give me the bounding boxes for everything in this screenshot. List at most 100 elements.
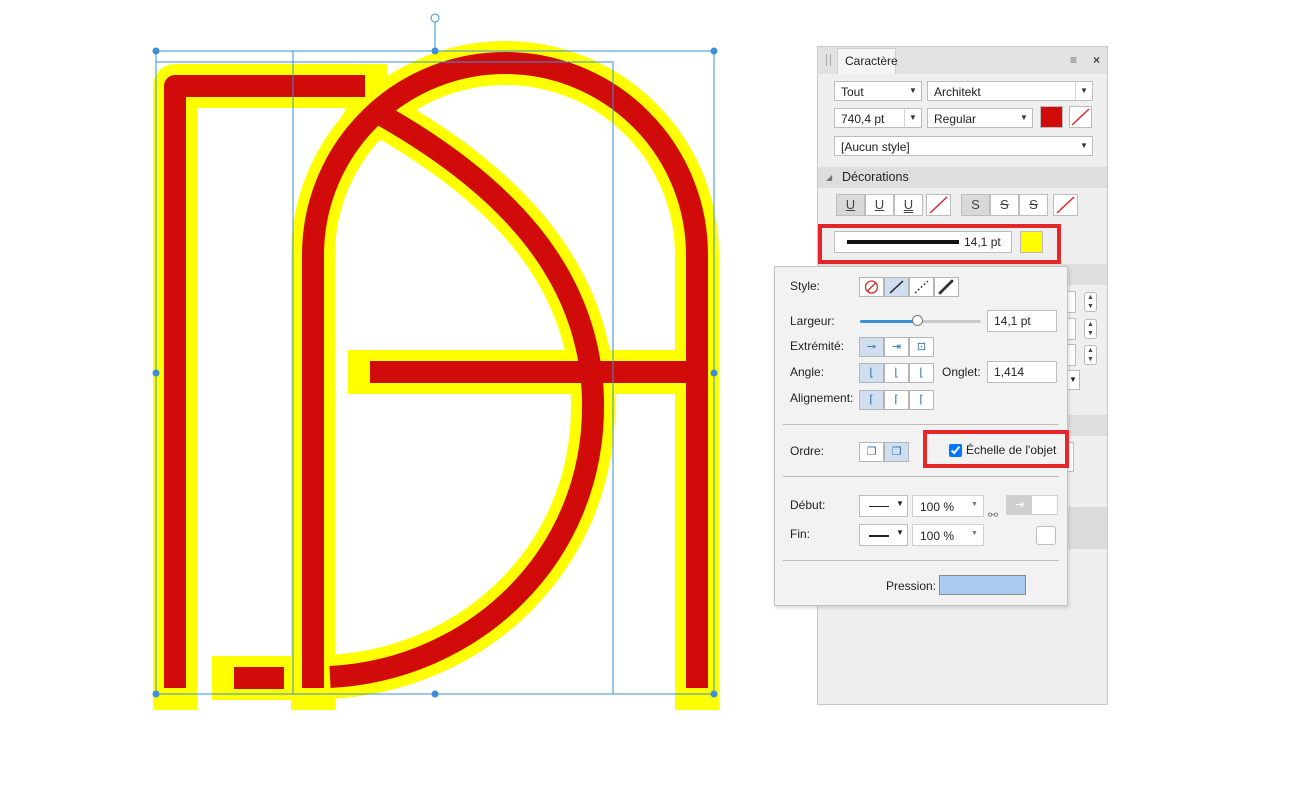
no-stroke-icon [864, 280, 879, 294]
chevron-down-icon: ▼ [904, 109, 921, 127]
link-icon[interactable]: ⚯ [988, 508, 998, 522]
section-decorations[interactable]: ◢ Décorations [818, 167, 1107, 188]
arrow-inside-icon[interactable]: ⇥ [1007, 496, 1032, 514]
chevron-down-icon: ▼ [896, 499, 904, 508]
width-input[interactable]: 14,1 pt [987, 310, 1057, 332]
pressure-curve-button[interactable] [939, 575, 1026, 595]
miter-label: Onglet: [942, 365, 981, 379]
text-color-swatch[interactable] [1040, 106, 1063, 128]
text-background-none-swatch[interactable] [1069, 106, 1092, 128]
underline-button[interactable]: U [865, 194, 894, 216]
line-preview-icon [869, 506, 889, 507]
end-percent-value: 100 % [920, 529, 955, 543]
order-behind-button[interactable]: ❐ [859, 442, 884, 462]
strike-icon: S [1000, 197, 1009, 212]
hidden-dropdown[interactable]: ▼ [1066, 370, 1080, 390]
miter-input[interactable]: 1,414 [987, 361, 1057, 383]
highlight-stroke-row [818, 224, 1061, 264]
paragraph-style-value: [Aucun style] [841, 140, 910, 154]
align-center-button[interactable]: ⌈ [884, 390, 909, 410]
arrow-position-toggle[interactable]: ⇥ [1006, 495, 1058, 515]
style-dashed-button[interactable] [909, 277, 934, 297]
line-preview-icon [869, 535, 889, 537]
none-slash-icon [1071, 108, 1090, 126]
scope-value: Tout [841, 85, 864, 99]
end-arrowhead-dropdown[interactable]: ▼ [859, 524, 908, 546]
join-bevel-button[interactable]: ⌊ [909, 363, 934, 383]
document-canvas[interactable] [0, 0, 800, 801]
chevron-down-icon: ▼ [1080, 141, 1088, 150]
strike-double-icon: S [1029, 197, 1038, 212]
strikethrough-button[interactable]: S [990, 194, 1019, 216]
start-percent-value: 100 % [920, 500, 955, 514]
font-size-combo[interactable]: 740,4 pt ▼ [834, 108, 922, 128]
style-solid-button[interactable] [884, 277, 909, 297]
dashed-line-icon [914, 280, 929, 294]
strike-off-icon: S [971, 197, 980, 212]
stepper-2[interactable]: ▲ ▼ [1084, 319, 1097, 339]
start-label: Début: [790, 498, 826, 512]
tab-caractere[interactable]: Caractère [837, 48, 898, 74]
swap-arrows-button[interactable] [1036, 526, 1056, 545]
solid-line-icon [889, 280, 904, 294]
style-label: Style: [790, 279, 821, 293]
font-family-value: Architekt [934, 85, 981, 99]
align-inside-button[interactable]: ⌈ [859, 390, 884, 410]
close-icon[interactable]: × [1093, 53, 1100, 67]
style-none-button[interactable] [859, 277, 884, 297]
style-brush-button[interactable] [934, 277, 959, 297]
cap-butt-button[interactable]: ⊸ [859, 337, 884, 357]
order-label: Ordre: [790, 444, 825, 458]
strikethrough-double-button[interactable]: S [1019, 194, 1048, 216]
panel-tabbar: Caractère ≡ × [818, 47, 1107, 74]
width-slider-handle[interactable] [911, 315, 923, 326]
stepper-1[interactable]: ▲ ▼ [1084, 292, 1097, 312]
paragraph-style-dropdown[interactable]: [Aucun style] ▼ [834, 136, 1093, 156]
none-slash-icon [929, 196, 948, 214]
width-slider[interactable] [860, 315, 981, 326]
cap-round-button[interactable]: ⇥ [884, 337, 909, 357]
highlight-scale-checkbox [923, 430, 1069, 468]
underline-single-icon: U [845, 197, 856, 212]
start-arrowhead-dropdown[interactable]: ▼ [859, 495, 908, 517]
join-miter-button[interactable]: ⌊ [859, 363, 884, 383]
chevron-down-icon: ▼ [971, 501, 978, 508]
cap-label: Extrémité: [790, 339, 845, 353]
strikethrough-off-button[interactable]: S [961, 194, 990, 216]
stepper-3[interactable]: ▲ ▼ [1084, 345, 1097, 365]
font-size-value: 740,4 pt [841, 112, 885, 126]
underline-none-button[interactable] [926, 194, 951, 216]
font-style-value: Regular [934, 112, 977, 126]
underline-single-button[interactable]: U [836, 194, 865, 216]
pressure-label: Pression: [886, 579, 937, 593]
collapse-triangle-icon: ◢ [826, 173, 833, 182]
chevron-down-icon: ▼ [1075, 82, 1092, 100]
strike-none-button[interactable] [1053, 194, 1078, 216]
end-scale-combo[interactable]: 100 % ▼ [912, 524, 984, 546]
underline-double-icon: U [903, 197, 914, 212]
width-label: Largeur: [790, 314, 835, 328]
order-front-button[interactable]: ❐ [884, 442, 909, 462]
end-label: Fin: [790, 527, 811, 541]
width-slider-fill [860, 320, 917, 323]
font-style-dropdown[interactable]: Regular ▼ [927, 108, 1033, 128]
chevron-down-icon: ▼ [1020, 113, 1028, 122]
font-family-dropdown[interactable]: Architekt ▼ [927, 81, 1093, 101]
chevron-down-icon: ▼ [971, 530, 978, 537]
cap-square-button[interactable]: ⊡ [909, 337, 934, 357]
align-outside-button[interactable]: ⌈ [909, 390, 934, 410]
join-round-button[interactable]: ⌊ [884, 363, 909, 383]
glyph-artwork[interactable] [153, 41, 719, 710]
miter-value: 1,414 [994, 365, 1025, 379]
alignment-label: Alignement: [790, 391, 854, 405]
chevron-down-icon: ▼ [896, 528, 904, 537]
start-scale-combo[interactable]: 100 % ▼ [912, 495, 984, 517]
scope-dropdown[interactable]: Tout ▼ [834, 81, 922, 101]
drag-grip-icon[interactable] [826, 54, 831, 66]
chevron-down-icon: ▼ [909, 86, 917, 95]
panel-menu-icon[interactable]: ≡ [1070, 53, 1077, 67]
none-slash-icon [1056, 196, 1075, 214]
underline-icon: U [874, 197, 885, 212]
underline-double-button[interactable]: U [894, 194, 923, 216]
angle-label: Angle: [790, 365, 825, 379]
